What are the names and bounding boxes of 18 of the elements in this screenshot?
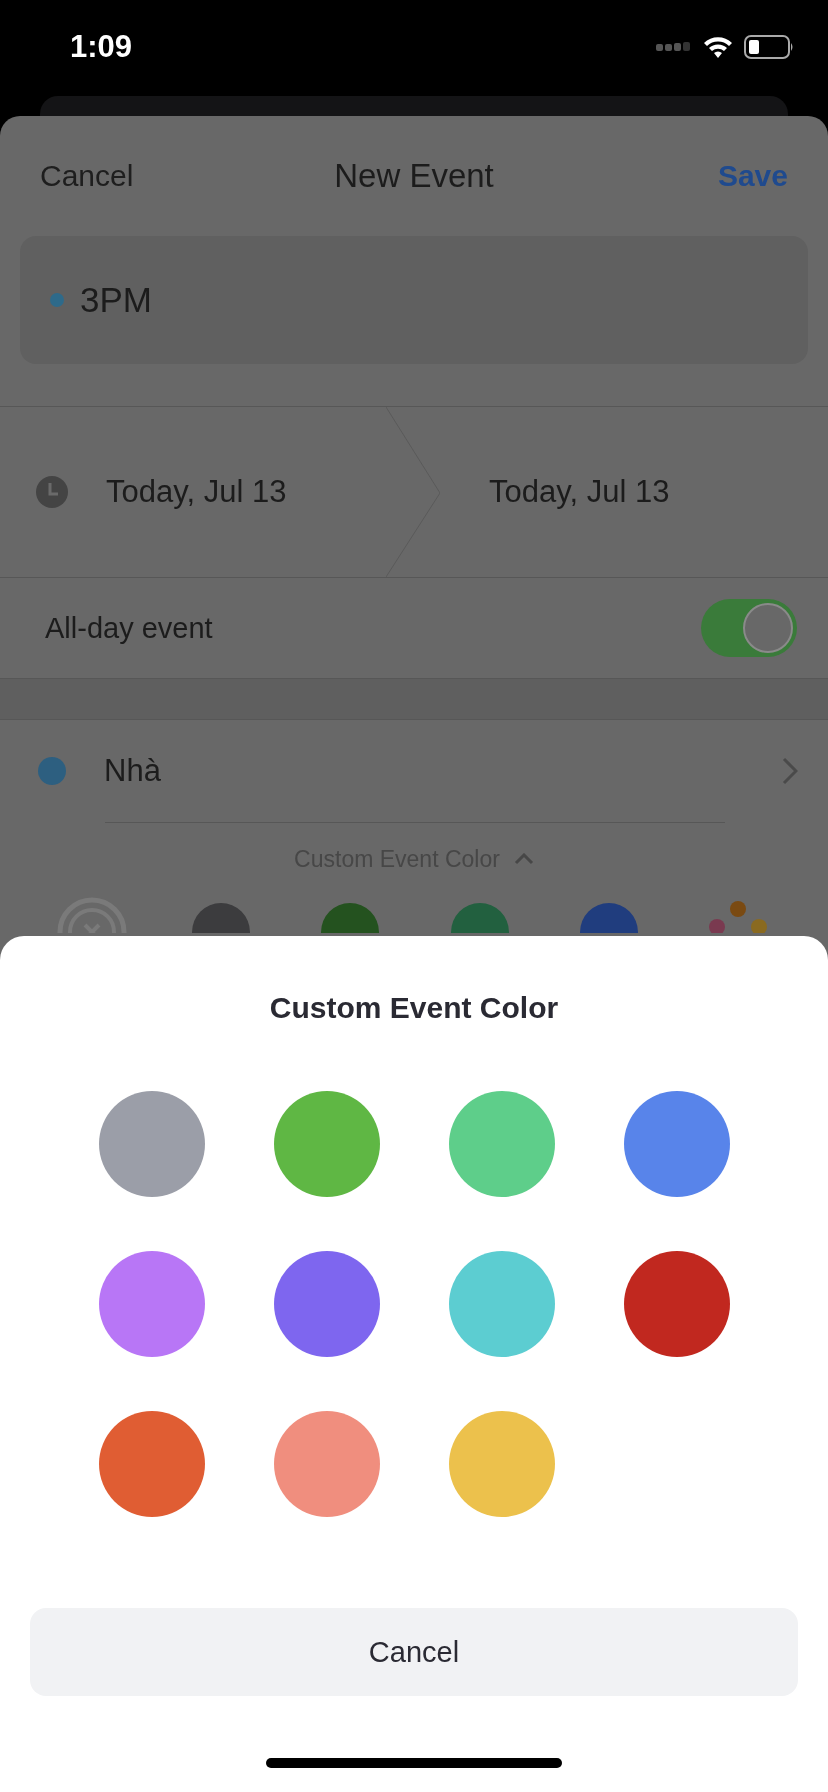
end-date[interactable]: Today, Jul 13 xyxy=(440,474,670,510)
cancel-button[interactable]: Cancel xyxy=(30,1608,798,1696)
chevron-up-icon[interactable] xyxy=(513,853,534,865)
calendar-name[interactable]: Nhà xyxy=(104,753,161,789)
clock-icon xyxy=(35,475,69,509)
signal-icon xyxy=(656,41,692,53)
picker-title: Custom Event Color xyxy=(269,991,559,1025)
battery-icon xyxy=(744,35,794,59)
cancel-button[interactable]: Cancel xyxy=(40,159,134,193)
chevron-right-icon xyxy=(782,757,798,785)
status-time: 1:09 xyxy=(70,29,133,65)
start-date[interactable]: Today, Jul 13 xyxy=(106,474,287,510)
event-title-field[interactable]: 3PM xyxy=(20,236,808,364)
all-day-label: All-day event xyxy=(45,611,213,645)
save-button[interactable]: Save xyxy=(717,159,788,193)
screen-title: New Event xyxy=(334,157,494,194)
all-day-toggle[interactable] xyxy=(701,599,797,657)
wifi-icon xyxy=(702,35,734,59)
